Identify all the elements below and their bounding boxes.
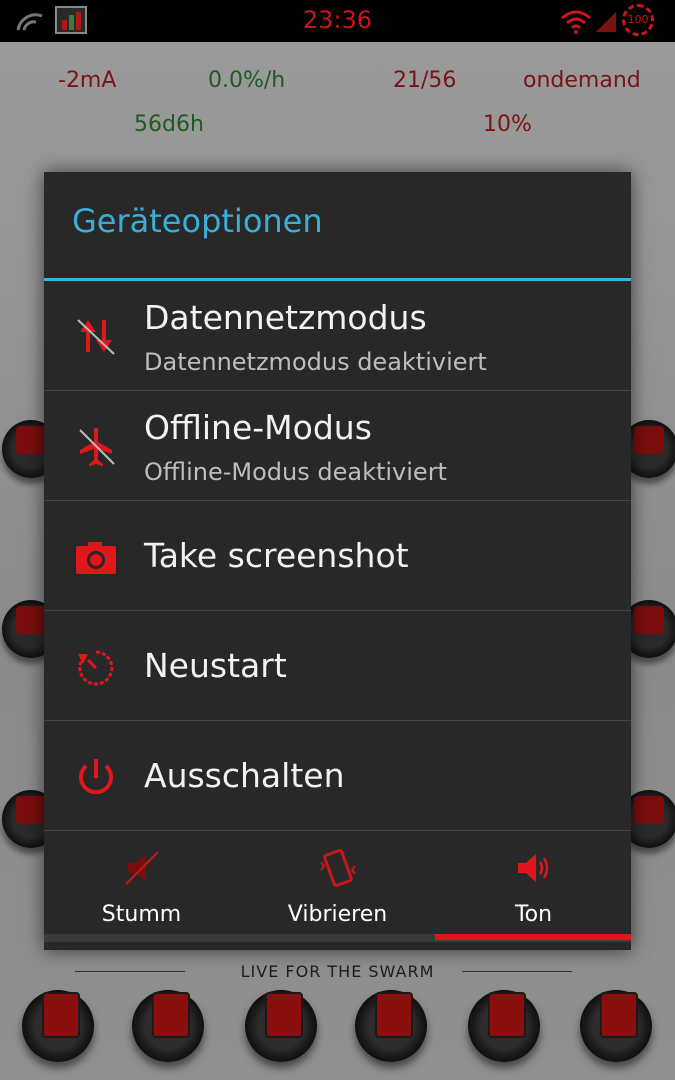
app-icon-6[interactable] <box>580 990 652 1062</box>
dialog-title: Geräteoptionen <box>72 202 323 240</box>
status-bar: 23:36 100 <box>0 0 675 42</box>
option-label: Neustart <box>144 646 287 685</box>
app-icon-3[interactable] <box>245 990 317 1062</box>
stat-current: -2mA <box>58 68 117 93</box>
option-power-off[interactable]: Ausschalten <box>44 722 631 831</box>
data-off-icon <box>77 319 115 355</box>
option-data-mode[interactable]: Datennetzmodus Datennetzmodus deaktivier… <box>44 282 631 391</box>
option-screenshot[interactable]: Take screenshot <box>44 502 631 611</box>
sound-mode-label: Stumm <box>101 902 182 927</box>
sound-mode-mute[interactable]: Stumm <box>44 832 239 936</box>
cell-signal-icon <box>596 12 616 32</box>
stat-cpu: 10% <box>483 112 532 137</box>
wifi-icon <box>561 10 591 34</box>
sound-mode-label: Ton <box>514 902 553 927</box>
camera-icon <box>76 542 116 574</box>
option-sublabel: Datennetzmodus deaktiviert <box>144 348 487 376</box>
stat-drain: 0.0%/h <box>208 68 286 93</box>
app-icon-2[interactable] <box>132 990 204 1062</box>
app-icon-1[interactable] <box>22 990 94 1062</box>
mute-icon <box>125 851 159 885</box>
option-sublabel: Offline-Modus deaktiviert <box>144 458 447 486</box>
sound-mode-active-indicator <box>435 934 631 940</box>
option-reboot[interactable]: Neustart <box>44 612 631 721</box>
stat-ratio: 21/56 <box>393 68 457 93</box>
divider-right <box>462 971 572 972</box>
battery-level-icon: 100 <box>622 4 654 36</box>
swarm-label: LIVE FOR THE SWARM <box>240 962 435 981</box>
title-divider <box>44 278 631 281</box>
option-label: Offline-Modus <box>144 408 372 447</box>
vibrate-icon <box>320 848 356 888</box>
app-icon-4[interactable] <box>355 990 427 1062</box>
stat-uptime: 56d6h <box>134 112 204 137</box>
sound-mode-row: Stumm Vibrieren Ton <box>44 832 631 936</box>
sound-mode-label: Vibrieren <box>287 902 388 927</box>
option-label: Datennetzmodus <box>144 298 427 337</box>
airplane-off-icon <box>79 428 115 466</box>
battery-level-text: 100 <box>627 13 649 26</box>
option-airplane-mode[interactable]: Offline-Modus Offline-Modus deaktiviert <box>44 392 631 501</box>
stat-governor: ondemand <box>523 68 641 93</box>
sound-mode-vibrate[interactable]: Vibrieren <box>240 832 435 936</box>
app-icon-5[interactable] <box>468 990 540 1062</box>
reboot-icon <box>78 650 114 686</box>
option-label: Take screenshot <box>144 536 409 575</box>
sound-icon <box>518 854 549 882</box>
sound-mode-sound[interactable]: Ton <box>436 832 631 936</box>
power-icon <box>79 759 113 795</box>
option-label: Ausschalten <box>144 756 345 795</box>
